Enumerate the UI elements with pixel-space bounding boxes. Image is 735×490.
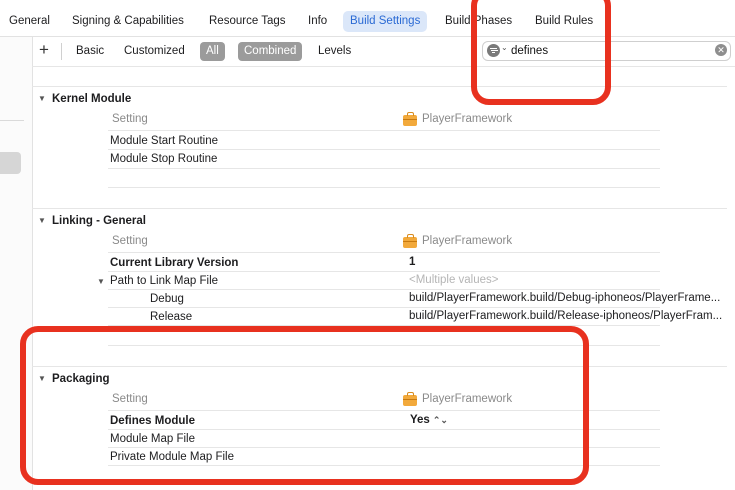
value-current-library-version[interactable]: 1 (409, 256, 729, 268)
tab-build-settings[interactable]: Build Settings (343, 11, 428, 32)
setting-current-library-version[interactable]: Current Library Version (110, 257, 238, 269)
row-divider (108, 130, 660, 131)
setting-column-header: Setting (112, 235, 148, 247)
framework-target-icon (403, 234, 417, 248)
clear-search-icon[interactable]: ✕ (715, 44, 727, 56)
setting-link-map-release[interactable]: Release (150, 311, 192, 323)
framework-target-icon (403, 112, 417, 126)
selected-target-marker[interactable] (0, 152, 21, 174)
tab-info[interactable]: Info (308, 12, 327, 31)
value-link-map-debug[interactable]: build/PlayerFramework.build/Debug-iphone… (409, 292, 729, 304)
toolbar-divider (61, 43, 62, 60)
tab-signing-capabilities[interactable]: Signing & Capabilities (72, 12, 184, 31)
row-divider (108, 252, 660, 253)
row-divider (108, 149, 660, 150)
tab-resource-tags[interactable]: Resource Tags (209, 12, 286, 31)
chevron-down-icon[interactable]: ▼ (97, 277, 105, 286)
filter-basic-button[interactable]: Basic (76, 42, 104, 61)
build-settings-filter-bar: + Basic Customized All Combined Levels ⌄… (32, 37, 735, 65)
plus-icon[interactable]: + (39, 40, 49, 60)
annotation-highlight-search (471, 0, 611, 105)
filter-all-button[interactable]: All (200, 42, 225, 61)
target-column-header: PlayerFramework (422, 113, 513, 125)
row-divider (108, 168, 660, 169)
filter-customized-button[interactable]: Customized (124, 42, 185, 61)
view-combined-button[interactable]: Combined (238, 42, 303, 61)
value-path-to-link-map-file[interactable]: <Multiple values> (409, 274, 729, 286)
section-header-linking-general[interactable]: ▼ Linking - General (38, 215, 146, 227)
view-levels-button[interactable]: Levels (318, 42, 351, 61)
setting-module-start-routine[interactable]: Module Start Routine (110, 135, 218, 147)
chevron-down-icon[interactable]: ▼ (38, 216, 46, 225)
section-title: Kernel Module (52, 93, 132, 105)
tab-general[interactable]: General (9, 12, 50, 31)
setting-path-to-link-map-file[interactable]: Path to Link Map File (110, 275, 218, 287)
annotation-highlight-packaging (20, 326, 589, 485)
setting-module-stop-routine[interactable]: Module Stop Routine (110, 153, 217, 165)
editor-tab-bar: General Signing & Capabilities Resource … (0, 0, 735, 37)
row-divider (108, 289, 660, 290)
target-column-header: PlayerFramework (422, 235, 513, 247)
chevron-down-icon[interactable]: ▼ (38, 94, 46, 103)
row-divider (108, 187, 660, 188)
setting-link-map-debug[interactable]: Debug (150, 293, 184, 305)
section-divider (32, 86, 727, 87)
section-divider (32, 208, 727, 209)
section-header-kernel-module[interactable]: ▼ Kernel Module (38, 93, 131, 105)
row-divider (108, 307, 660, 308)
row-divider (108, 271, 660, 272)
gutter-divider (0, 120, 24, 121)
setting-column-header: Setting (112, 113, 148, 125)
section-title: Linking - General (52, 215, 146, 227)
value-link-map-release[interactable]: build/PlayerFramework.build/Release-ipho… (409, 310, 729, 322)
